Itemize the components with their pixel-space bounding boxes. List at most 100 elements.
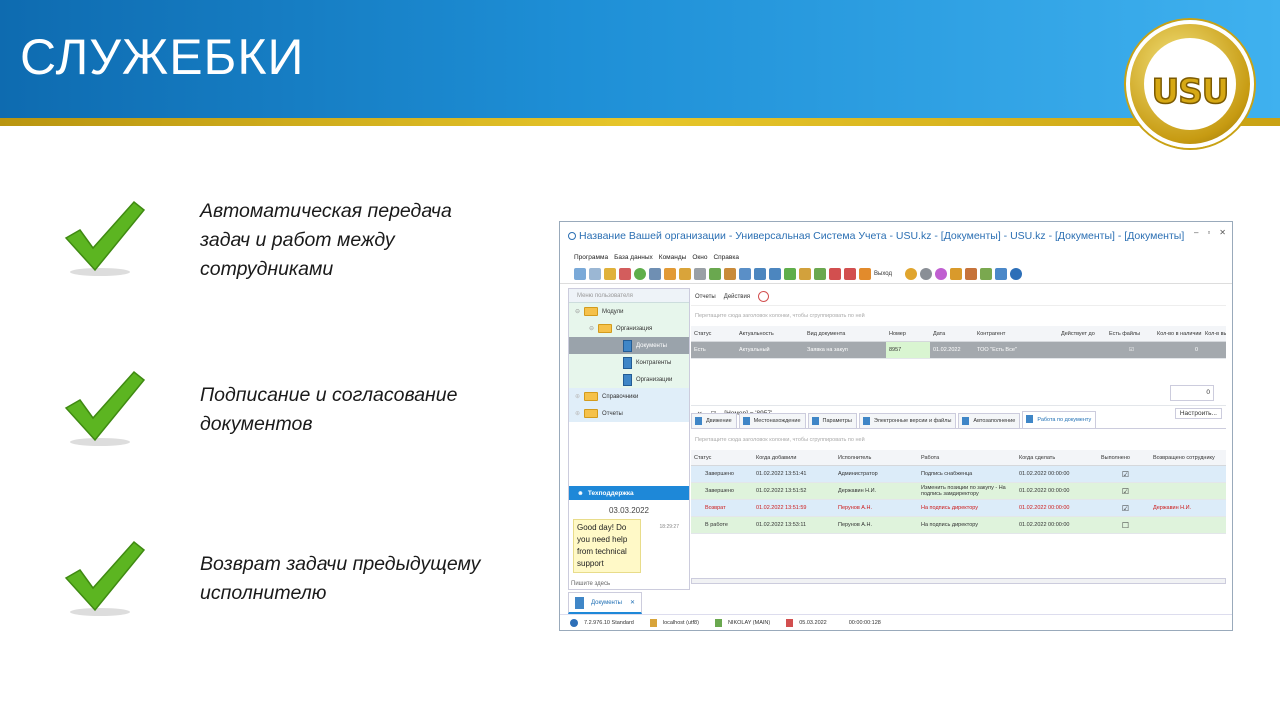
header-stripe [0,118,1280,126]
column-header[interactable]: Когда сделать [1016,455,1098,461]
column-header[interactable]: Возвращено сотруднику [1150,455,1226,461]
actions-button[interactable]: Действия [724,294,750,300]
tab-autofill[interactable]: Автозаполнение [958,413,1021,428]
table-cell: 01.02.2022 13:53:11 [756,522,807,528]
filter-clear-icon[interactable] [694,267,706,280]
lock-icon[interactable] [949,267,962,280]
calendar-icon[interactable] [829,267,841,280]
window-controls: – ▫ ✕ [1194,228,1226,237]
copy-icon[interactable] [589,267,601,280]
tree-item[interactable]: Контрагенты [569,354,689,371]
users-icon[interactable] [964,267,977,280]
column-header[interactable]: Когда добавили [753,455,835,461]
delete-icon[interactable] [619,267,631,280]
maximize-icon[interactable]: ▫ [1207,228,1210,237]
menu-item[interactable]: Окно [692,254,707,261]
window-title: Название Вашей организации - Универсальн… [579,230,1185,242]
menu-item[interactable]: Команды [659,254,687,261]
clock-icon[interactable] [758,291,770,302]
column-header[interactable]: Действует до [1058,331,1106,337]
app-icon [568,232,576,240]
column-header[interactable]: Дата [930,331,974,337]
horizontal-scrollbar[interactable] [691,578,1226,584]
expand-icon[interactable] [754,267,766,280]
close-icon[interactable]: ✕ [1219,228,1226,237]
user-menu-panel: Меню пользователя ⊖ Модули ⊖ Организация Д… [568,288,690,590]
column-header[interactable]: Статус [691,331,736,337]
tree-icon[interactable] [739,267,751,280]
table-row[interactable]: Завершено 01.02.2022 13:51:52 Державин Н… [691,483,1226,500]
collapse-icon[interactable] [769,267,781,280]
tab-parameters[interactable]: Параметры [807,413,857,428]
tree-item[interactable]: ⊕ Отчеты [569,405,689,422]
column-header[interactable]: Контрагент [974,331,1058,337]
info-icon[interactable] [1009,267,1022,280]
column-header[interactable]: Вид документа [804,331,886,337]
reports-button[interactable]: Отчеты [695,294,716,300]
table-row[interactable]: В работе 01.02.2022 13:53:11 Перунов А.Н… [691,517,1226,534]
column-header[interactable]: Актуальность [736,331,804,337]
filter-icon[interactable] [664,267,676,280]
column-header[interactable]: Исполнитель [835,455,918,461]
column-header[interactable]: Кол-во в наличии [1154,331,1202,337]
palette-icon[interactable] [934,267,947,280]
tree-item-label: Организация [616,325,653,332]
tab-location[interactable]: Местонахождение [738,413,806,428]
table-cell: ☑ [1121,486,1130,496]
tree-item[interactable]: Организации [569,371,689,388]
gear-icon[interactable] [919,267,932,280]
filter-edit-icon[interactable] [679,267,691,280]
download-icon[interactable] [814,267,826,280]
document-tab[interactable]: Документы ✕ [568,592,642,614]
calendar-edit-icon[interactable] [844,267,856,280]
add-column-icon[interactable] [784,267,796,280]
table-cell: ☑ [1121,503,1130,513]
lightbulb-icon[interactable] [904,267,917,280]
table-cell: На подпись директору [921,522,979,528]
table-cell: Перунов А.Н. [838,505,873,511]
tree-item-selected[interactable]: Документы [569,337,689,354]
usu-logo: USU [1126,20,1254,148]
column-header[interactable]: Статус [691,455,753,461]
tree-item[interactable]: ⊖ Модули [569,303,689,320]
tree-item[interactable]: ⊖ Организация [569,320,689,337]
menu-item[interactable]: Программа [574,254,608,261]
tab-document-work[interactable]: Работа по документу [1022,411,1097,428]
flag-icon[interactable] [709,267,721,280]
checkmark-icon [64,540,146,616]
tab-movement[interactable]: Движение [691,413,737,428]
close-tab-icon[interactable]: ✕ [630,599,635,606]
tree-item-label: Контрагенты [636,359,672,366]
minimize-icon[interactable]: – [1194,228,1198,237]
plugins-icon[interactable] [979,267,992,280]
package-icon[interactable] [799,267,811,280]
chat-time: 18:29:27 [659,524,679,530]
search-icon[interactable] [649,267,661,280]
tab-files[interactable]: Электронные версии и файлы [858,413,957,428]
column-header[interactable]: Номер [886,331,930,337]
edit-icon[interactable] [604,267,616,280]
menu-item[interactable]: Справка [713,254,739,261]
plug-icon[interactable] [994,267,1007,280]
refresh-icon[interactable] [634,267,646,280]
tree-item[interactable]: ⊕ Справочники [569,388,689,405]
table-cell: ☐ [1121,520,1130,530]
column-header[interactable]: Выполнено [1098,455,1150,461]
column-header[interactable]: Кол-в выда [1202,331,1226,337]
table-row[interactable]: Возврат 01.02.2022 13:51:59 Перунов А.Н.… [691,500,1226,517]
menu-item[interactable]: База данных [614,254,653,261]
exit-icon[interactable] [859,267,871,280]
window-title-bar: Название Вашей организации - Универсальн… [560,222,1232,250]
menu-bar: Программа База данных Команды Окно Справ… [560,250,1232,264]
chat-input[interactable]: Пишите здесь [571,581,610,587]
table-cell: Заявка на закуп [807,347,848,353]
new-icon[interactable] [574,267,586,280]
column-header[interactable]: Работа [918,455,1016,461]
table-row[interactable]: Есть Актуальный Заявка на закуп 8957 01.… [691,342,1226,359]
table-cell: 01.02.2022 00:00:00 [1019,522,1070,528]
checkmark-icon [64,370,146,446]
column-header[interactable]: Есть файлы [1106,331,1154,337]
table-row[interactable]: Завершено 01.02.2022 13:51:41 Администра… [691,466,1226,483]
exit-label[interactable]: Выход [874,271,892,277]
picture-icon[interactable] [724,267,736,280]
